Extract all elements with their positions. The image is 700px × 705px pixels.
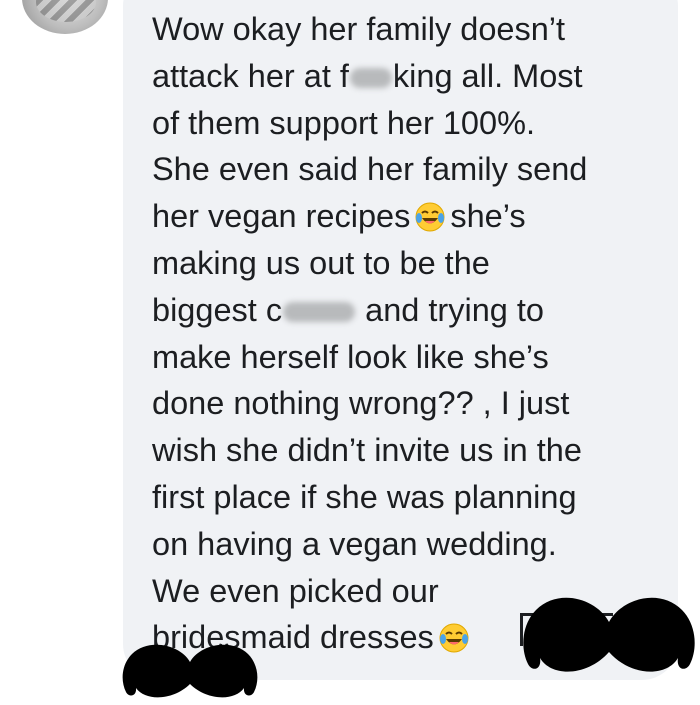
comment-line: first place if she was planning [152,478,577,515]
mustache-redaction-sticker [122,644,258,698]
comment-text-segment: attack her at f [152,57,349,94]
mustache-redaction-sticker [523,597,695,672]
comment-line: biggest c and trying to [152,287,682,334]
comment-line: her vegan recipes she’s [152,193,682,240]
comment-text-segment: king all. Most [392,57,583,94]
comment-line: done nothing wrong?? , I just [152,385,570,422]
comment-line: Wow okay her family doesn’t [152,11,566,47]
comment-text: Wow okay her family doesn’t attack her a… [152,6,682,661]
censored-word-blur [283,302,356,323]
comment-line: of them support her 100%. [152,104,536,141]
comment-line: wish she didn’t invite us in the [152,432,582,469]
face-with-tears-of-joy-icon [415,202,445,232]
comment-line: making us out to be the [152,244,490,281]
comment-line: on having a vegan wedding. [152,525,557,562]
comment-text-segment: and trying to [365,291,544,328]
comment-text-segment: she’s [450,198,526,235]
face-with-tears-of-joy-icon [439,623,469,653]
comment-line: attack her at f king all. Most [152,53,682,100]
censored-word-blur [349,68,392,89]
comment-text-segment: biggest c [152,291,283,328]
comment-line: She even said her family send [152,151,588,188]
commenter-avatar[interactable] [22,0,108,34]
comment-line: make herself look like she’s [152,338,549,375]
comment-text-segment: her vegan recipes [152,198,411,235]
avatar-photo [36,0,96,22]
